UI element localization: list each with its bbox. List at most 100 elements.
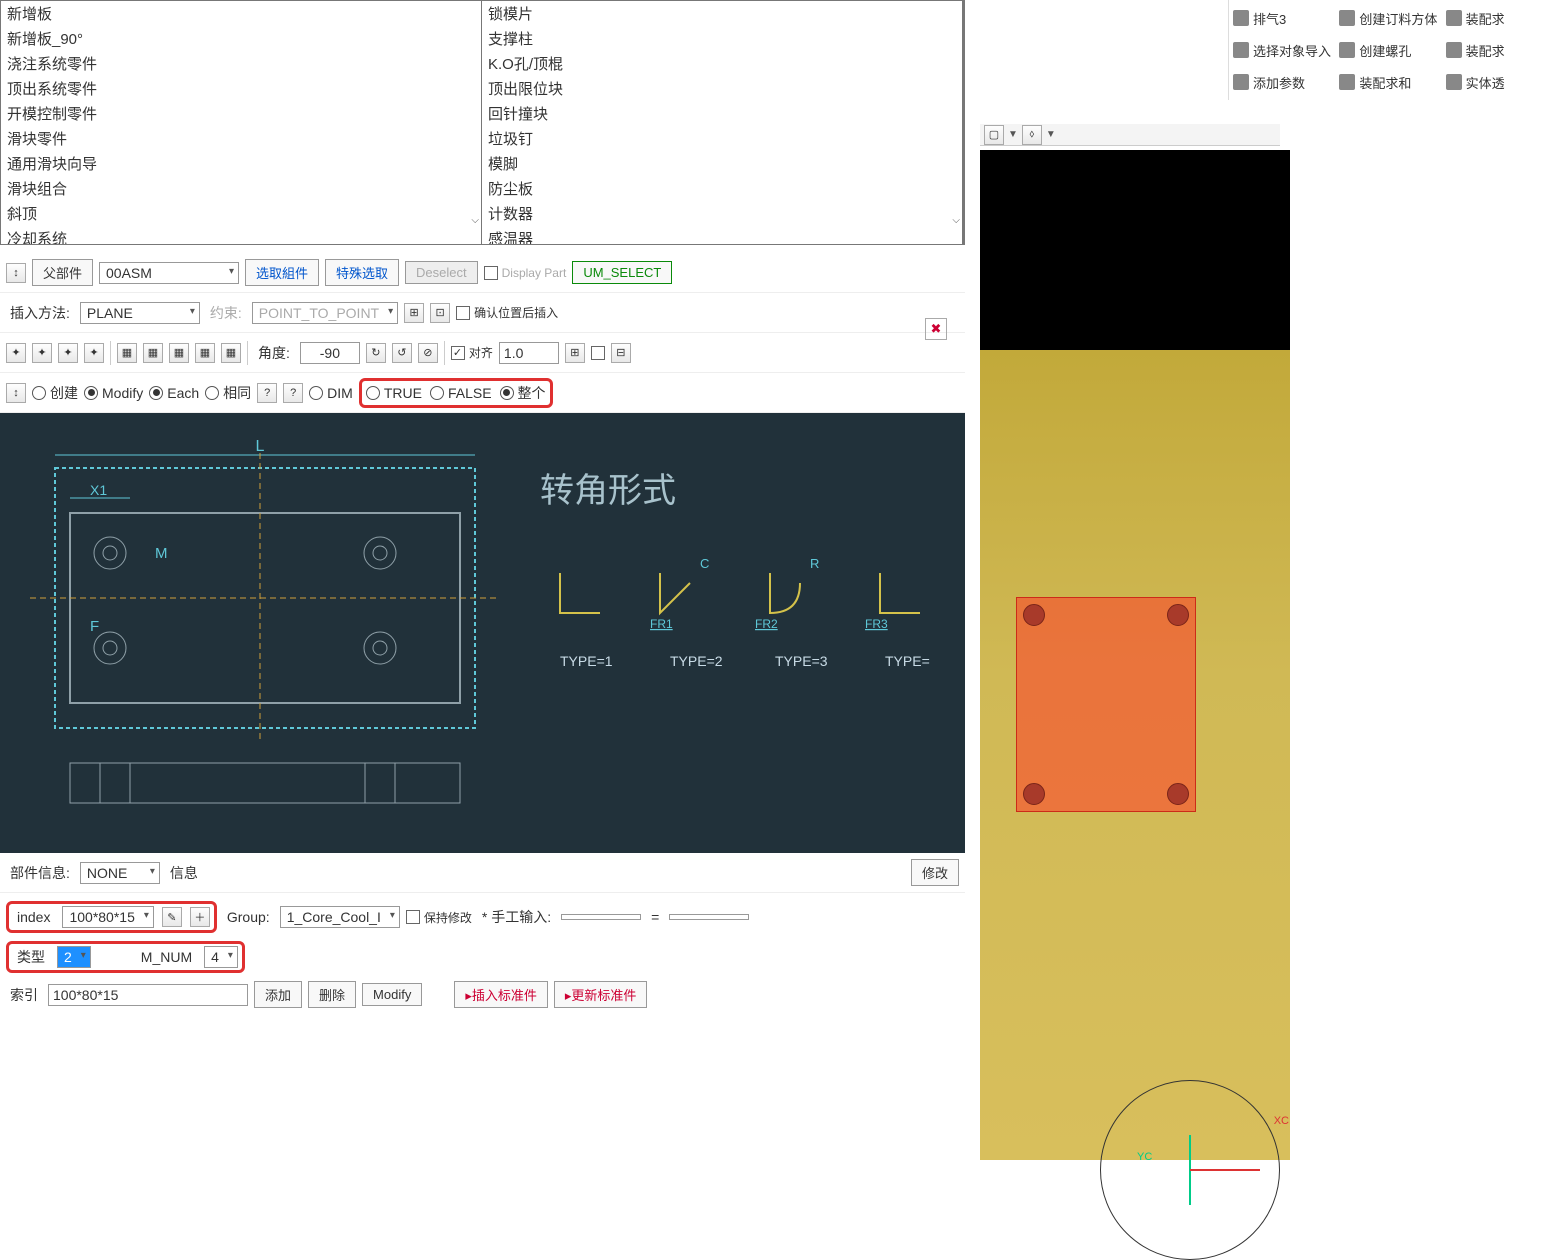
parent-button[interactable]: 父部件 — [32, 259, 93, 286]
radio-true[interactable]: TRUE — [366, 385, 422, 401]
edit-icon[interactable]: ✎ — [162, 907, 182, 927]
keep-modify-checkbox[interactable]: 保持修改 — [406, 909, 472, 926]
part-info-combo[interactable]: NONE — [80, 862, 160, 884]
tool-icon-8[interactable]: ▦ — [195, 343, 215, 363]
type-label: 类型 — [13, 947, 49, 967]
index-combo[interactable]: 100*80*15 — [62, 906, 153, 928]
expand-icon-2[interactable]: ↕ — [6, 383, 26, 403]
list-item[interactable]: 锁模片 — [482, 1, 962, 26]
list-item[interactable]: 斜顶 — [1, 201, 481, 226]
grid-icon[interactable]: ⊞ — [565, 343, 585, 363]
angle-tool-1[interactable]: ↻ — [366, 343, 386, 363]
tool-icon-2[interactable]: ✦ — [32, 343, 52, 363]
add-icon[interactable]: ＋ — [190, 907, 210, 927]
model-viewport[interactable]: XC YC — [980, 150, 1290, 1160]
list-dropdown-icon[interactable]: ⌵ — [952, 215, 960, 226]
manual-input-left[interactable] — [561, 914, 641, 920]
ribbon-btn-asm-sum[interactable]: 装配求和 — [1339, 68, 1437, 96]
tool-icon-3[interactable]: ✦ — [58, 343, 78, 363]
ribbon-btn-import-sel[interactable]: 选择对象导入 — [1233, 36, 1331, 64]
list-item[interactable]: 模脚 — [482, 151, 962, 176]
parent-combo[interactable]: 00ASM — [99, 262, 239, 284]
ribbon-btn-asm1[interactable]: 装配求 — [1446, 4, 1544, 32]
deselect-button[interactable]: Deselect — [405, 261, 478, 284]
list-item[interactable]: 回针撞块 — [482, 101, 962, 126]
tool-icon-6[interactable]: ▦ — [143, 343, 163, 363]
angle-input[interactable]: -90 — [300, 342, 360, 364]
mirror-tool-icon[interactable]: ⊡ — [430, 303, 450, 323]
list-item[interactable]: 垃圾钉 — [482, 126, 962, 151]
list-item[interactable]: 顶出限位块 — [482, 76, 962, 101]
array-tool-icon[interactable]: ⊞ — [404, 303, 424, 323]
group-combo[interactable]: 1_Core_Cool_I — [280, 906, 400, 928]
update-standard-button[interactable]: ▸更新标准件 — [554, 981, 648, 1008]
radio-dim[interactable]: DIM — [309, 385, 353, 401]
mnum-combo[interactable]: 4 — [204, 946, 238, 968]
list-item[interactable]: 冷却系统 — [1, 226, 481, 244]
pick-component-button[interactable]: 选取組件 — [245, 259, 319, 286]
list-item[interactable]: 防尘板 — [482, 176, 962, 201]
list-item[interactable]: 开模控制零件 — [1, 101, 481, 126]
angle-tool-2[interactable]: ↺ — [392, 343, 412, 363]
close-x-icon[interactable]: ✖ — [925, 318, 947, 340]
type-combo[interactable]: 2 — [57, 946, 91, 968]
list-dropdown-icon[interactable]: ⌵ — [471, 215, 479, 226]
ribbon-btn-solid[interactable]: 实体透 — [1446, 68, 1544, 96]
tool-icon-1[interactable]: ✦ — [6, 343, 26, 363]
align-input[interactable]: 1.0 — [499, 342, 559, 364]
delete-button[interactable]: 删除 — [308, 981, 356, 1008]
view-gizmo[interactable]: XC YC — [1100, 1080, 1280, 1260]
list-item[interactable]: 新增板 — [1, 1, 481, 26]
align-extra-checkbox[interactable] — [591, 346, 605, 360]
list-item[interactable]: 滑块零件 — [1, 126, 481, 151]
list-item[interactable]: 新增板_90° — [1, 26, 481, 51]
tool-icon-5[interactable]: ▦ — [117, 343, 137, 363]
list-left-inner[interactable]: 新增板 新增板_90° 浇注系统零件 顶出系统零件 开模控制零件 滑块零件 通用… — [1, 1, 481, 244]
add-button[interactable]: 添加 — [254, 981, 302, 1008]
radio-false[interactable]: FALSE — [430, 385, 492, 401]
tool-icon-7[interactable]: ▦ — [169, 343, 189, 363]
list-right-inner[interactable]: 锁模片 支撑柱 K.O孔/顶棍 顶出限位块 回针撞块 垃圾钉 模脚 防尘板 计数… — [482, 1, 962, 244]
search-input[interactable]: 100*80*15 — [48, 984, 248, 1006]
confirm-position-checkbox[interactable]: 确认位置后插入 — [456, 304, 558, 321]
list-item[interactable]: 支撑柱 — [482, 26, 962, 51]
cube-dropdown-icon[interactable]: ▢ — [984, 125, 1004, 145]
list-item[interactable]: 顶出系统零件 — [1, 76, 481, 101]
modify-button[interactable]: Modify — [362, 983, 422, 1006]
tool-icon-9[interactable]: ▦ — [221, 343, 241, 363]
insert-standard-button[interactable]: ▸插入标准件 — [454, 981, 548, 1008]
insert-method-combo[interactable]: PLANE — [80, 302, 200, 324]
um-select-button[interactable]: UM_SELECT — [572, 261, 672, 284]
list-item[interactable]: 浇注系统零件 — [1, 51, 481, 76]
radio-each[interactable]: Each — [149, 385, 199, 401]
list-item[interactable]: 通用滑块向导 — [1, 151, 481, 176]
radio-create[interactable]: 创建 — [32, 383, 78, 403]
list-item[interactable]: 滑块组合 — [1, 176, 481, 201]
radio-whole[interactable]: 整个 — [500, 383, 546, 403]
align-checkbox[interactable]: 对齐 — [451, 344, 493, 361]
radio-same[interactable]: 相同 — [205, 383, 251, 403]
ribbon-btn-exhaust3[interactable]: 排气3 — [1233, 4, 1331, 32]
help-icon-1[interactable]: ? — [257, 383, 277, 403]
search-row: 索引 100*80*15 添加 删除 Modify ▸插入标准件 ▸更新标准件 — [4, 977, 961, 1012]
ribbon-btn-create-screw[interactable]: 创建螺孔 — [1339, 36, 1437, 64]
left-panel: 新增板 新增板_90° 浇注系统零件 顶出系统零件 开模控制零件 滑块零件 通用… — [0, 0, 965, 1163]
expand-icon[interactable]: ↕ — [6, 263, 26, 283]
list-item[interactable]: 计数器 — [482, 201, 962, 226]
modify-info-button[interactable]: 修改 — [911, 859, 959, 886]
axis-dropdown-icon[interactable]: ⬨ — [1022, 125, 1042, 145]
special-pick-button[interactable]: 特殊选取 — [325, 259, 399, 286]
ribbon-btn-add-param[interactable]: 添加参数 — [1233, 68, 1331, 96]
help-icon-2[interactable]: ? — [283, 383, 303, 403]
ribbon-btn-asm2[interactable]: 装配求 — [1446, 36, 1544, 64]
ribbon-btn-create-bom[interactable]: 创建订料方体 — [1339, 4, 1437, 32]
align-tool-icon[interactable]: ⊟ — [611, 343, 631, 363]
angle-tool-3[interactable]: ⊘ — [418, 343, 438, 363]
tool-icon-4[interactable]: ✦ — [84, 343, 104, 363]
list-item[interactable]: K.O孔/顶棍 — [482, 51, 962, 76]
list-item[interactable]: 感温器 — [482, 226, 962, 244]
manual-input-right[interactable] — [669, 914, 749, 920]
radio-modify[interactable]: Modify — [84, 385, 143, 401]
constraint-combo[interactable]: POINT_TO_POINT — [252, 302, 398, 324]
display-part-checkbox[interactable]: Display Part — [484, 266, 567, 280]
